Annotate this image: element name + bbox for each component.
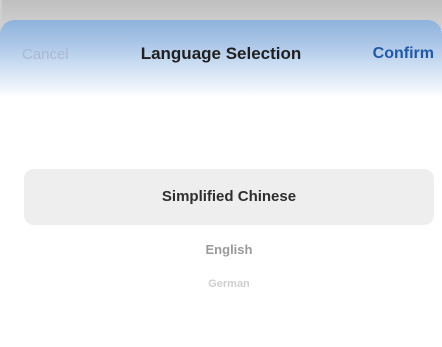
picker-option-german[interactable]: German: [24, 279, 434, 287]
confirm-button[interactable]: Confirm: [373, 45, 434, 63]
language-picker-sheet: Cancel Language Selection Confirm Simpli…: [0, 20, 442, 347]
cancel-button[interactable]: Cancel: [22, 46, 69, 63]
language-selection-screen: Cancel Language Selection Confirm Simpli…: [0, 0, 442, 347]
picker-option-simplified-chinese[interactable]: Simplified Chinese: [24, 169, 434, 225]
sheet-header: Cancel Language Selection Confirm: [0, 20, 442, 98]
language-picker-wheel[interactable]: Simplified Chinese English German: [0, 98, 442, 347]
picker-option-english[interactable]: English: [24, 242, 434, 257]
